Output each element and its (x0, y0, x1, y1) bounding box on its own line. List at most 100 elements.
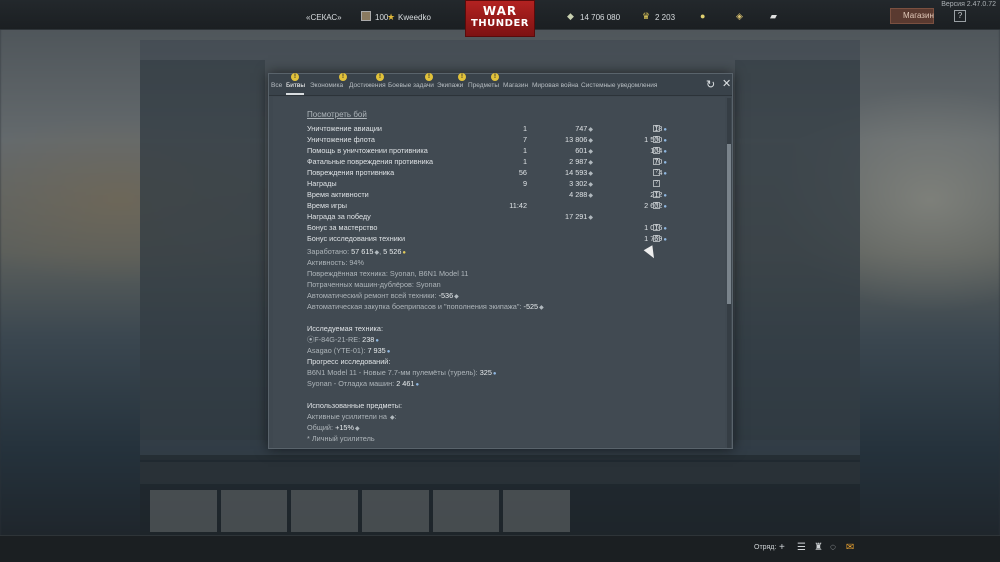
squadron-icon[interactable]: ♜ (814, 542, 823, 553)
silver-lions-icon: ◆ (588, 127, 593, 133)
tab-economy[interactable]: Экономика (310, 82, 343, 89)
table-row: Уничтожение флота 7 13 806◆ 1 500●? (307, 135, 725, 146)
row-help-button[interactable]: ? (653, 235, 660, 242)
progress-item-1: B6N1 Model 11 - Новые 7.7-мм пулемёты (т… (307, 368, 497, 377)
reward-name: Уничтожение авиации (307, 124, 382, 133)
tab-shop[interactable]: ! Магазин (491, 73, 528, 89)
reward-silver: 4 288◆ (569, 190, 593, 199)
golden-eagles-balance[interactable]: 2 203 (655, 13, 675, 22)
squad-label: Отряд: (754, 544, 777, 551)
shop-button[interactable]: Магазин (890, 8, 934, 24)
tab-battles-badge: ! (291, 73, 299, 81)
background-crew-row (140, 462, 860, 484)
tab-battle-tasks[interactable]: ! Боевые задачи (376, 73, 434, 89)
silver-lions-balance[interactable]: 14 706 080 (580, 13, 620, 22)
premium-lamp-icon[interactable]: ● (700, 11, 705, 21)
table-row: Фатальные повреждения противника 1 2 987◆ 7… (307, 157, 725, 168)
profile-emblem-icon[interactable]: ◈ (736, 11, 743, 22)
research-points-icon: ● (663, 149, 667, 155)
table-row: Бонус исследования техники 1 769●? (307, 234, 725, 245)
row-help-button[interactable]: ? (653, 224, 660, 231)
active-tab-underline (286, 93, 304, 95)
row-help-button[interactable]: ? (653, 158, 660, 165)
auto-ammo-line: Автоматическая закупка боеприпасов и "по… (307, 302, 544, 311)
silver-lions-icon: ◆ (588, 182, 593, 188)
boosters-line: Активные усилители на ◆: (307, 412, 397, 421)
background-left-column (140, 60, 265, 440)
version-label: Версия 2.47.0.72 (941, 1, 996, 8)
tab-world-war[interactable]: Мировая война (532, 82, 578, 89)
personal-booster-line: * Личный усилитель (307, 434, 375, 443)
silver-lions-icon: ◆ (588, 193, 593, 199)
auto-repair-line: Автоматический ремонт всей техники: -536… (307, 291, 459, 300)
silver-lions-icon: ◆ (374, 250, 380, 256)
table-row: Награда за победу 17 291◆ (307, 212, 725, 223)
reward-name: Время активности (307, 190, 369, 199)
tab-achievements[interactable]: ! Достижения (339, 73, 386, 89)
silver-lions-icon: ◆ (354, 426, 360, 432)
background-vehicle-cards (150, 490, 571, 532)
progress-title: Прогресс исследований: (307, 357, 391, 366)
reward-name: Повреждения противника (307, 168, 395, 177)
silver-lions-icon: ◆ (588, 138, 593, 144)
tab-items-badge: ! (458, 73, 466, 81)
earned-line: Заработано: 57 615◆, 5 526● (307, 247, 407, 256)
contacts-icon[interactable]: ☰ (797, 542, 806, 553)
table-row: Повреждения противника 56 14 593◆ 4●? (307, 168, 725, 179)
background-right-column (735, 60, 860, 440)
research-points-icon: ● (663, 237, 667, 243)
research-points-icon: ● (492, 371, 497, 377)
research-points-icon: ● (663, 204, 667, 210)
reward-name: Бонус исследования техники (307, 234, 406, 243)
scrollbar-thumb[interactable] (727, 144, 731, 304)
battle-report-content: Посмотреть бой Уничтожение авиации 1 747◆ 1… (273, 97, 725, 447)
refresh-icon[interactable]: ↻ (706, 78, 715, 91)
research-points-icon: ● (663, 193, 667, 199)
player-nickname[interactable]: Kweedko (398, 13, 431, 22)
reward-name: Бонус за мастерство (307, 223, 378, 232)
view-battle-link[interactable]: Посмотреть бой (307, 110, 367, 119)
help-button[interactable]: ? (954, 10, 966, 22)
add-squad-member-icon[interactable]: + (779, 542, 785, 553)
tab-battle-tasks-badge: ! (376, 73, 384, 81)
reward-count: 11:42 (509, 201, 527, 210)
tab-items[interactable]: ! Предметы (458, 73, 499, 89)
squadron-tag[interactable]: «СЕКАС» (306, 13, 342, 22)
row-help-button[interactable]: ? (653, 180, 660, 187)
reward-name: Награды (307, 179, 337, 188)
tab-battles[interactable]: ! Битвы (286, 73, 305, 89)
table-row: Награды 9 3 302◆? (307, 179, 725, 190)
silver-lions-icon: ◆ (389, 415, 395, 421)
research-points-icon: ● (663, 160, 667, 166)
reward-silver: 14 593◆ (565, 168, 593, 177)
research-vehicle-2: Asagao (YTE-01): 7 935● (307, 346, 391, 355)
row-help-button[interactable]: ? (653, 136, 660, 143)
research-points-icon: ● (663, 127, 667, 133)
reward-silver: 601◆ (575, 146, 593, 155)
backup-vehicles-line: Потраченных машин-дублёров: Syonan (307, 280, 441, 289)
silver-lions-icon: ◆ (588, 160, 593, 166)
close-icon[interactable]: ✕ (722, 77, 731, 90)
avatar[interactable] (361, 11, 371, 21)
chat-icon[interactable]: ◌ (830, 542, 836, 553)
row-help-button[interactable]: ? (653, 125, 660, 132)
reward-name: Уничтожение флота (307, 135, 375, 144)
general-booster-line: Общий: +15%◆ (307, 423, 360, 432)
table-row: Время активности 4 288◆ 212●? (307, 190, 725, 201)
mail-icon[interactable]: ✉ (846, 542, 854, 553)
silver-lions-icon: ◆ (567, 11, 574, 21)
row-help-button[interactable]: ? (653, 202, 660, 209)
tab-system-notifications[interactable]: Системные уведомления (581, 82, 657, 89)
tab-crews-badge: ! (425, 73, 433, 81)
reward-name: Время игры (307, 201, 348, 210)
tab-all[interactable]: Все (271, 82, 282, 89)
row-help-button[interactable]: ? (653, 169, 660, 176)
silver-lions-icon: ◆ (454, 294, 459, 300)
row-help-button[interactable]: ? (653, 191, 660, 198)
table-row: Время игры 11:42 2 602●? (307, 201, 725, 212)
row-help-button[interactable]: ? (653, 147, 660, 154)
coupon-icon[interactable]: ▰ (770, 11, 777, 22)
war-thunder-logo[interactable]: WAR THUNDER (465, 0, 535, 37)
tab-crews[interactable]: ! Экипажи (425, 73, 463, 89)
reward-silver: 13 806◆ (565, 135, 593, 144)
